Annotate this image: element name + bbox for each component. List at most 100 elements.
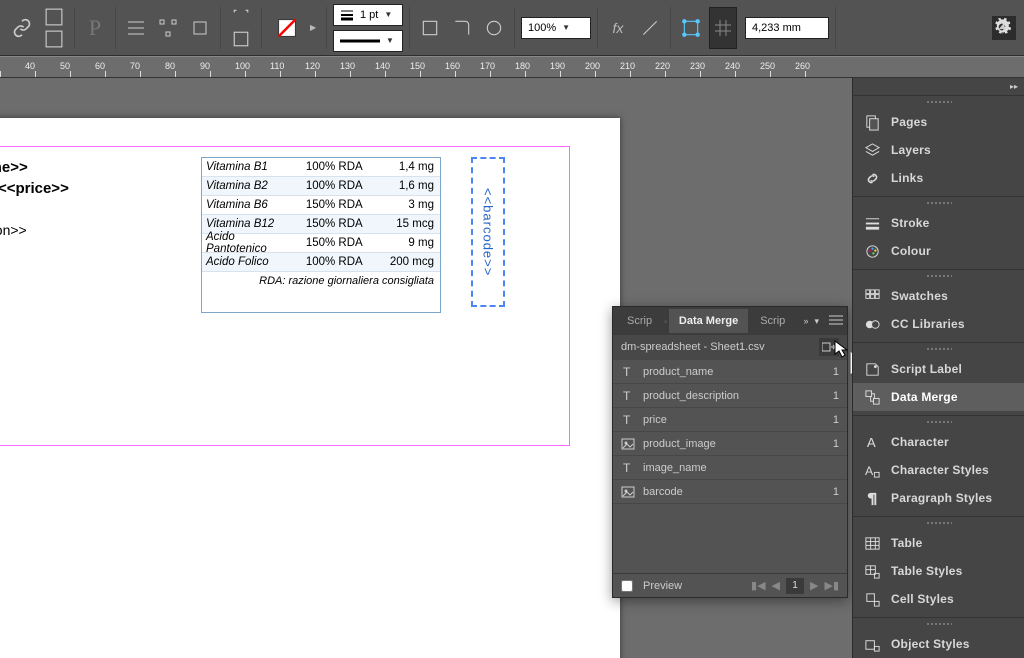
ruler-tick: 130 bbox=[340, 61, 355, 71]
panel-item-character-styles[interactable]: A Character Styles bbox=[853, 456, 1024, 484]
panel-item-cell-styles[interactable]: Cell Styles bbox=[853, 585, 1024, 613]
table-styles-icon bbox=[863, 562, 881, 580]
fill-dropdown-arrow[interactable]: ▶ bbox=[310, 23, 320, 32]
panel-item-label: Script Label bbox=[891, 362, 962, 376]
panel-item-links[interactable]: Links bbox=[853, 164, 1024, 192]
data-merge-field[interactable]: product_image 1 bbox=[613, 431, 847, 455]
gradient-square-1[interactable] bbox=[40, 7, 68, 27]
panel-drag-handle[interactable] bbox=[853, 517, 1024, 529]
panel-item-label: Object Styles bbox=[891, 637, 970, 651]
barcode-frame[interactable]: <<barcode>> bbox=[471, 157, 505, 307]
fx-icon[interactable]: fx bbox=[604, 7, 632, 49]
panel-menu-icon[interactable] bbox=[829, 315, 843, 327]
table-row: Vitamina B1 100% RDA 1,4 mg bbox=[202, 158, 440, 177]
field-count: 1 bbox=[833, 366, 839, 378]
panel-item-cc-libraries[interactable]: CC Libraries bbox=[853, 310, 1024, 338]
panel-item-colour[interactable]: Colour bbox=[853, 237, 1024, 265]
panel-item-layers[interactable]: Layers bbox=[853, 136, 1024, 164]
data-merge-field[interactable]: barcode 1 bbox=[613, 479, 847, 503]
line-icon[interactable] bbox=[636, 7, 664, 49]
panel-drag-handle[interactable] bbox=[853, 270, 1024, 282]
measurement-input[interactable]: 4,233 mm bbox=[745, 17, 829, 39]
text-field-icon: T bbox=[621, 389, 635, 403]
cell-amount: 200 mcg bbox=[369, 256, 440, 268]
data-merge-field[interactable]: T product_name 1 bbox=[613, 359, 847, 383]
cap-icon-2[interactable] bbox=[448, 7, 476, 49]
panel-item-stroke[interactable]: Stroke bbox=[853, 209, 1024, 237]
panel-item-table[interactable]: Table bbox=[853, 529, 1024, 557]
tab-data-merge[interactable]: Data Merge bbox=[669, 309, 748, 333]
tab-chevron-icon[interactable]: ▾ bbox=[814, 316, 819, 327]
panel-drag-handle[interactable] bbox=[853, 416, 1024, 428]
panel-drag-handle[interactable] bbox=[853, 197, 1024, 209]
panel-item-table-styles[interactable]: Table Styles bbox=[853, 557, 1024, 585]
hash-icon[interactable] bbox=[709, 7, 737, 49]
panel-item-script-label[interactable]: Script Label bbox=[853, 355, 1024, 383]
panel-item-paragraph-styles[interactable]: Paragraph Styles bbox=[853, 484, 1024, 512]
panel-item-character[interactable]: A Character bbox=[853, 428, 1024, 456]
prev-page-icon[interactable]: ◀ bbox=[772, 579, 780, 592]
preview-checkbox[interactable] bbox=[621, 580, 633, 592]
panel-tabs: Scrip ◦ Data Merge Scrip » ▾ bbox=[613, 307, 847, 335]
cell-rda: 150% RDA bbox=[297, 237, 368, 249]
ruler-tick: 60 bbox=[95, 61, 105, 71]
field-count: 1 bbox=[833, 390, 839, 402]
last-page-icon[interactable]: ▶▮ bbox=[824, 579, 839, 592]
panel-drag-handle[interactable] bbox=[853, 618, 1024, 630]
horizontal-ruler[interactable]: 3040506070809010011012013014015016017018… bbox=[0, 56, 1024, 78]
first-page-icon[interactable]: ▮◀ bbox=[751, 579, 766, 592]
tab-script-right[interactable]: Scrip bbox=[750, 309, 795, 333]
nutrition-table[interactable]: Vitamina B1 100% RDA 1,4 mgVitamina B2 1… bbox=[201, 157, 441, 313]
tab-script-left[interactable]: Scrip bbox=[617, 309, 662, 333]
rail-collapse-icon[interactable]: ▸▸ bbox=[1010, 82, 1018, 91]
align-icon-1[interactable] bbox=[122, 7, 150, 49]
gradient-square-2[interactable] bbox=[40, 29, 68, 49]
distribute-icon[interactable] bbox=[154, 7, 182, 49]
ruler-tick: 50 bbox=[60, 61, 70, 71]
svg-text:A: A bbox=[864, 464, 873, 478]
stroke-style-input[interactable]: ▼ bbox=[333, 30, 403, 52]
script-label-icon bbox=[863, 360, 881, 378]
tabs-overflow-icon[interactable]: » bbox=[803, 316, 808, 326]
cap-icon-1[interactable] bbox=[416, 7, 444, 49]
gear-icon[interactable] bbox=[988, 6, 1016, 48]
data-merge-field[interactable]: T product_description 1 bbox=[613, 383, 847, 407]
next-page-icon[interactable]: ▶ bbox=[810, 579, 818, 592]
char-placeholder-icon[interactable]: P bbox=[81, 7, 109, 49]
panel-item-swatches[interactable]: Swatches bbox=[853, 282, 1024, 310]
panel-item-label: CC Libraries bbox=[891, 317, 965, 331]
ruler-tick: 40 bbox=[25, 61, 35, 71]
text-frame-product[interactable]: duct_name>> onsigliato: <<price>> t_desc… bbox=[0, 157, 171, 241]
preview-label: Preview bbox=[643, 580, 682, 592]
cell-name: Acido Pantotenico bbox=[202, 231, 297, 255]
ruler-tick: 250 bbox=[760, 61, 775, 71]
panel-drag-handle[interactable] bbox=[853, 96, 1024, 108]
stroke-icon bbox=[863, 214, 881, 232]
cap-icon-3[interactable] bbox=[480, 7, 508, 49]
align-icon-3[interactable] bbox=[186, 7, 214, 49]
stroke-weight-input[interactable]: 1 pt ▼ bbox=[333, 4, 403, 26]
transform-icon[interactable] bbox=[677, 7, 705, 49]
fill-none-icon[interactable] bbox=[268, 7, 306, 49]
chain-icon[interactable] bbox=[8, 7, 36, 49]
panel-item-object-styles[interactable]: Object Styles bbox=[853, 630, 1024, 658]
text-field-icon: T bbox=[621, 413, 635, 427]
data-merge-field[interactable]: T image_name bbox=[613, 455, 847, 479]
clip-icon[interactable] bbox=[227, 7, 255, 27]
mouse-cursor-icon bbox=[834, 340, 852, 363]
field-name: image_name bbox=[643, 462, 707, 474]
panel-item-label: Table bbox=[891, 536, 922, 550]
cell-name: Vitamina B6 bbox=[202, 199, 297, 211]
panel-drag-handle[interactable] bbox=[853, 343, 1024, 355]
data-merge-panel: Scrip ◦ Data Merge Scrip » ▾ dm-spreadsh… bbox=[612, 306, 848, 598]
zoom-input[interactable]: 100% ▼ bbox=[521, 17, 591, 39]
panel-item-pages[interactable]: Pages bbox=[853, 108, 1024, 136]
page-number-field[interactable]: 1 bbox=[786, 578, 804, 594]
data-merge-field[interactable]: T price 1 bbox=[613, 407, 847, 431]
clip-icon-2[interactable] bbox=[227, 29, 255, 49]
ruler-tick: 110 bbox=[270, 61, 284, 71]
cell-rda: 100% RDA bbox=[297, 161, 368, 173]
stroke-weight-value: 1 pt bbox=[360, 9, 378, 21]
document-canvas[interactable]: duct_name>> onsigliato: <<price>> t_desc… bbox=[0, 78, 852, 658]
panel-item-data-merge[interactable]: Data Merge bbox=[853, 383, 1024, 411]
